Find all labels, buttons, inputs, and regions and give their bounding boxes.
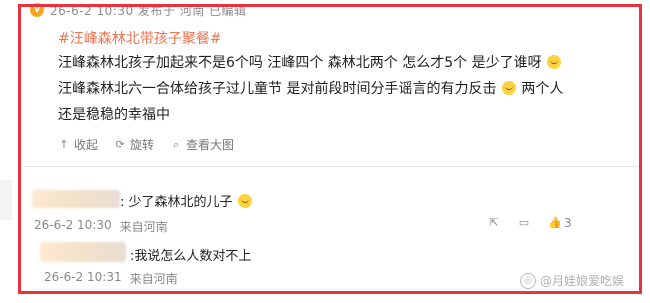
- post-line-3: 还是稳稳的幸福中: [58, 107, 170, 123]
- like-button[interactable]: 👍 3: [548, 216, 572, 230]
- rotate-label: 旋转: [130, 138, 155, 152]
- post-line-1: 汪峰森林北孩子加起来不是6个吗 汪峰四个 森林北两个 怎么才5个 是少了谁呀: [58, 55, 542, 71]
- thumbs-up-icon: 👍: [548, 216, 562, 229]
- comment-2-meta: 26-6-2 10:31 来自河南: [44, 270, 178, 287]
- comment-1-actions: ⇱ ▭ 👍 3: [488, 216, 572, 230]
- view-image-label: 查看大图: [186, 138, 235, 152]
- hashtag-link[interactable]: #汪峰森林北带孩子聚餐#: [58, 28, 221, 48]
- collapse-label: 收起: [74, 138, 99, 152]
- comment-2-location: 来自河南: [129, 272, 178, 286]
- comment-2-time: 26-6-2 10:31: [44, 270, 122, 284]
- post-line-2b: 两个人: [521, 81, 564, 97]
- post-line-2: 汪峰森林北六一合体给孩子过儿童节 是对前段时间分手谣言的有力反击: [58, 81, 497, 97]
- left-edge-mark: [0, 180, 12, 220]
- like-count: 3: [564, 216, 572, 230]
- comment-1-time: 26-6-2 10:30: [34, 218, 112, 232]
- share-icon[interactable]: ⇱: [488, 217, 500, 229]
- magnify-icon: ⌕: [172, 137, 180, 151]
- smile-emoji-icon: [237, 194, 252, 208]
- comment-1-meta: 26-6-2 10:30 来自河南: [34, 218, 168, 235]
- commenter-name-blurred: [32, 190, 120, 208]
- watermark-logo-icon: ◎: [520, 272, 536, 289]
- view-image-button[interactable]: ⌕ 查看大图: [170, 136, 234, 153]
- rotate-button[interactable]: ⟳ 旋转: [114, 136, 154, 153]
- comment-1-content: : 少了森林北的儿子: [120, 195, 233, 210]
- comment-2-text: :我说怎么人数对不上: [130, 249, 252, 264]
- commenter-name-blurred: [40, 242, 126, 262]
- divider: [22, 166, 638, 167]
- comment-icon[interactable]: ▭: [518, 217, 530, 229]
- comment-1-location: 来自河南: [119, 220, 168, 234]
- smile-emoji-icon: [547, 55, 562, 69]
- watermark: ◎ @月娃娘爱吃娱: [520, 272, 624, 289]
- watermark-text: @月娃娘爱吃娱: [540, 274, 625, 288]
- post-body: 汪峰森林北孩子加起来不是6个吗 汪峰四个 森林北两个 怎么才5个 是少了谁呀 汪…: [58, 50, 618, 128]
- comment-1-text: : 少了森林北的儿子: [120, 191, 253, 210]
- post-actions: ↑ 收起 ⟳ 旋转 ⌕ 查看大图: [58, 136, 234, 153]
- rotate-icon: ⟳: [115, 137, 125, 151]
- collapse-button[interactable]: ↑ 收起: [58, 136, 98, 153]
- collapse-icon: ↑: [59, 137, 69, 151]
- smile-emoji-icon: [501, 81, 516, 95]
